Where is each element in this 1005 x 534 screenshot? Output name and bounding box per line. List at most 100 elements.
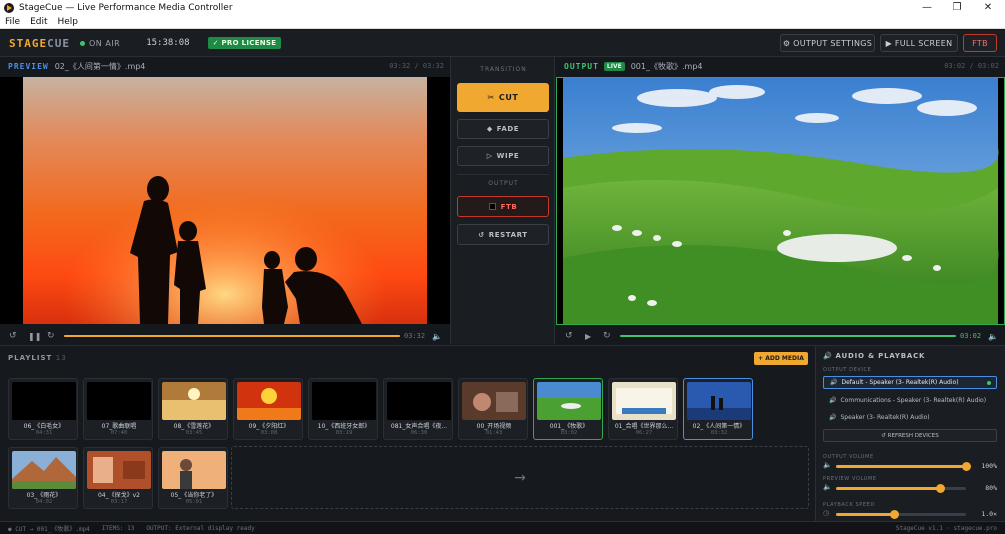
output-play-icon[interactable]: ▶ xyxy=(585,332,591,341)
app-icon xyxy=(4,2,14,13)
playlist-item[interactable]: 09_《夕阳红》 03:08 xyxy=(233,378,303,440)
speaker-icon: 🔊 xyxy=(829,414,837,421)
output-label: OUTPUT xyxy=(564,61,599,71)
restart-icon: ↺ xyxy=(478,230,485,239)
thumbnail xyxy=(687,382,751,420)
preview-pause-icon[interactable]: ❚❚ xyxy=(28,332,41,341)
slider-knob[interactable] xyxy=(961,462,971,471)
playlist-item[interactable]: 05_《当你老了》 05:01 xyxy=(158,447,228,509)
thumbnail xyxy=(237,382,301,420)
speed-icon: ◷ xyxy=(823,509,830,517)
restart-button[interactable]: ↺ RESTART xyxy=(457,224,549,245)
playlist-item[interactable]: 001_《牧歌》 03:02 xyxy=(533,378,603,440)
playlist-item-duration: 06:30 xyxy=(410,430,428,436)
cut-button[interactable]: ✂ CUT xyxy=(457,83,549,112)
arrow-right-icon: → xyxy=(514,469,526,486)
preview-restart-icon[interactable]: ↻ xyxy=(47,331,55,341)
wipe-button[interactable]: ▷ WIPE xyxy=(457,146,549,166)
output-restart-icon[interactable]: ↻ xyxy=(603,331,611,341)
header-ftb-button[interactable]: FTB xyxy=(963,34,997,52)
live-badge: LIVE xyxy=(603,61,625,71)
minimize-button[interactable]: — xyxy=(912,0,942,15)
playlist-item-name: 05_《当你老了》 xyxy=(170,492,218,499)
fade-button[interactable]: ◆ FADE xyxy=(457,119,549,139)
close-button[interactable]: ✕ xyxy=(973,0,1003,15)
menu-bar: File Edit Help xyxy=(0,15,1005,29)
playlist-item[interactable]: 06_《白毛女》 04:31 xyxy=(8,378,78,440)
output-timecode: 03:02 / 03:02 xyxy=(944,62,999,70)
drop-zone[interactable]: → xyxy=(231,446,809,509)
playlist-item[interactable]: 02_《人间第一情》 03:32 xyxy=(683,378,753,440)
preview-timecode: 03:32 / 03:32 xyxy=(389,62,444,70)
title-bar: StageCue — Live Performance Media Contro… xyxy=(0,0,1005,15)
menu-help[interactable]: Help xyxy=(53,17,84,27)
playlist-item-name: 001_《牧歌》 xyxy=(549,423,589,430)
output-device-label: OUTPUT DEVICE xyxy=(823,367,872,373)
speaker-icon: 🔊 xyxy=(829,397,837,404)
preview-filename: 02_《人间第一情》.mp4 xyxy=(54,61,146,71)
ftb-button[interactable]: FTB xyxy=(457,196,549,217)
audio-playback-panel: 🔊 AUDIO & PLAYBACK OUTPUT DEVICE 🔊 Default… xyxy=(815,345,1005,521)
playlist-item[interactable]: 07_歌曲联唱 07:40 xyxy=(83,378,153,440)
add-media-button[interactable]: + ADD MEDIA xyxy=(754,352,808,365)
playlist-item[interactable]: 00_开场视频 01:43 xyxy=(458,378,528,440)
playlist-item[interactable]: 08_《雪莲花》 03:45 xyxy=(158,378,228,440)
playlist-item-duration: 05:01 xyxy=(185,499,203,505)
slider-fill xyxy=(836,487,940,490)
preview-volume-icon[interactable]: 🔈 xyxy=(432,332,442,341)
playlist-item-name: 01_合唱《世界那么... xyxy=(614,423,674,430)
playlist-item-name: 07_歌曲联唱 xyxy=(101,423,137,430)
playlist-item[interactable]: 081_女声合唱《夜... 06:30 xyxy=(383,378,453,440)
playlist-item[interactable]: 04_《探戈》v2 03:17 xyxy=(83,447,153,509)
clock: 15:38:08 xyxy=(146,38,190,48)
playlist-item-duration: 03:19 xyxy=(335,430,353,436)
preview-scrubber[interactable] xyxy=(64,335,400,337)
playlist-item[interactable]: 10_《西班牙女郎》 03:19 xyxy=(308,378,378,440)
preview-volume-slider[interactable] xyxy=(836,484,966,493)
playback-speed-slider[interactable] xyxy=(836,510,966,519)
device-option-communications[interactable]: 🔊 Communications - Speaker (3- Realtek(R)… xyxy=(823,394,997,407)
thumbnail xyxy=(12,382,76,420)
volume-icon: 🔈 xyxy=(823,461,832,469)
output-rewind-icon[interactable]: ↺ xyxy=(565,331,573,341)
device-option-default[interactable]: 🔊 Default - Speaker (3- Realtek(R) Audio) xyxy=(823,376,997,389)
audio-title: 🔊 AUDIO & PLAYBACK xyxy=(823,352,926,360)
output-volume-slider[interactable] xyxy=(836,462,971,471)
thumbnail xyxy=(462,382,526,420)
playlist-item-duration: 06:27 xyxy=(635,430,653,436)
playlist-item[interactable]: 01_合唱《世界那么... 06:27 xyxy=(608,378,678,440)
output-volume-value: 100% xyxy=(981,462,997,470)
preview-rewind-icon[interactable]: ↺ xyxy=(9,331,17,341)
output-header: OUTPUT LIVE 001_《牧歌》.mp4 03:02 / 03:02 xyxy=(556,58,1005,74)
preview-video-frame xyxy=(23,77,427,324)
divider xyxy=(457,174,549,175)
playlist-item[interactable]: 03_《雨花》 04:02 xyxy=(8,447,78,509)
preview-volume-value: 80% xyxy=(985,484,997,492)
slider-knob[interactable] xyxy=(890,510,899,519)
on-air-indicator: ON AIR xyxy=(80,39,120,48)
full-screen-button[interactable]: ▶ FULL SCREEN xyxy=(880,34,958,52)
status-bar: ● CUT → 001_《牧歌》.mp4 ITEMS: 13 OUTPUT: E… xyxy=(0,521,1005,534)
menu-edit[interactable]: Edit xyxy=(25,17,52,27)
output-volume-icon[interactable]: 🔈 xyxy=(988,332,998,341)
output-section-label: OUTPUT xyxy=(488,180,519,187)
playback-speed-label: PLAYBACK SPEED xyxy=(823,502,875,508)
output-scrubber[interactable] xyxy=(620,335,956,337)
refresh-devices-button[interactable]: ↺ REFRESH DEVICES xyxy=(823,429,997,442)
device-option-speaker[interactable]: 🔊 Speaker (3- Realtek(R) Audio) xyxy=(823,411,997,424)
playlist-item-name: 04_《探戈》v2 xyxy=(97,492,140,499)
speaker-icon: 🔊 xyxy=(823,352,833,360)
slider-knob[interactable] xyxy=(935,484,945,493)
output-settings-button[interactable]: ⚙ OUTPUT SETTINGS xyxy=(780,34,875,52)
playback-speed-value: 1.0× xyxy=(981,510,997,518)
playlist-item-duration: 03:32 xyxy=(710,430,728,436)
status-output: OUTPUT: External display ready xyxy=(146,524,255,532)
menu-file[interactable]: File xyxy=(0,17,25,27)
selected-dot xyxy=(987,380,991,385)
thumbnail xyxy=(312,382,376,420)
speaker-icon: 🔊 xyxy=(830,379,838,386)
maximize-button[interactable]: ❐ xyxy=(942,0,972,15)
playlist-item-name: 03_《雨花》 xyxy=(26,492,62,499)
transition-section-label: TRANSITION xyxy=(480,66,527,73)
fade-icon: ◆ xyxy=(486,125,493,133)
